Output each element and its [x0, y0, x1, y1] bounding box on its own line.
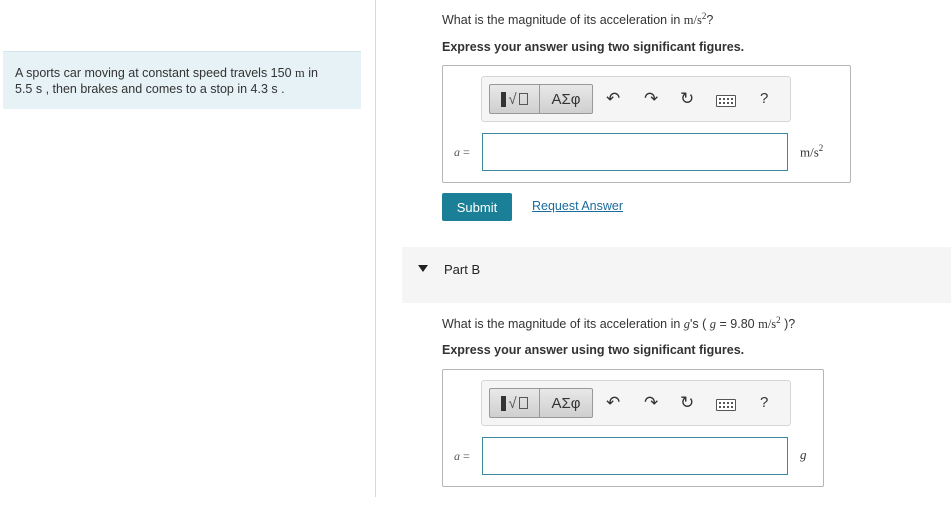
- part-b-header[interactable]: Part B: [402, 247, 951, 303]
- reset-icon[interactable]: ↻: [680, 393, 694, 413]
- keyboard-icon[interactable]: [716, 95, 736, 107]
- undo-icon[interactable]: ↶: [606, 89, 620, 109]
- redo-icon[interactable]: ↷: [644, 89, 658, 109]
- part-a-instruction: Express your answer using two significan…: [442, 40, 745, 54]
- part-b-question: What is the magnitude of its acceleratio…: [442, 315, 796, 332]
- part-b-title: Part B: [444, 262, 481, 277]
- part-a-variable-label: a =: [454, 145, 470, 159]
- keyboard-icon[interactable]: [716, 399, 736, 411]
- problem-statement: A sports car moving at constant speed tr…: [3, 51, 361, 109]
- part-a-toolbar-button-group: √ ΑΣφ: [489, 84, 593, 114]
- request-answer-link[interactable]: Request Answer: [532, 199, 623, 213]
- part-b-variable-label: a =: [454, 449, 470, 463]
- template-block-icon: [501, 395, 507, 411]
- template-block-icon: [501, 91, 507, 107]
- part-a-math-toolbar: √ ΑΣφ ↶ ↷ ↻ ?: [481, 76, 791, 122]
- part-a-unit: m/s2: [800, 143, 824, 160]
- templates-button[interactable]: √: [490, 389, 540, 417]
- help-icon[interactable]: ?: [760, 393, 768, 413]
- radical-icon: √: [508, 90, 517, 108]
- part-a-answer-box: √ ΑΣφ ↶ ↷ ↻ ? a = m/s2: [442, 65, 851, 183]
- part-b-unit: g: [800, 447, 807, 462]
- radical-icon: √: [508, 394, 517, 412]
- problem-line-2: 5.5 s , then brakes and comes to a stop …: [15, 82, 285, 96]
- submit-button[interactable]: Submit: [442, 193, 512, 221]
- problem-line-1: A sports car moving at constant speed tr…: [15, 66, 318, 80]
- template-box-icon: [518, 397, 528, 409]
- help-icon[interactable]: ?: [760, 89, 768, 109]
- part-b-toolbar-button-group: √ ΑΣφ: [489, 388, 593, 418]
- part-a-answer-input[interactable]: [482, 133, 788, 171]
- template-box-icon: [518, 93, 528, 105]
- templates-button[interactable]: √: [490, 85, 540, 113]
- undo-icon[interactable]: ↶: [606, 393, 620, 413]
- column-divider: [375, 0, 376, 497]
- part-b-math-toolbar: √ ΑΣφ ↶ ↷ ↻ ?: [481, 380, 791, 426]
- unit-meters: m: [295, 66, 305, 80]
- greek-symbols-button[interactable]: ΑΣφ: [540, 85, 592, 113]
- part-b-answer-box: √ ΑΣφ ↶ ↷ ↻ ? a = g: [442, 369, 824, 487]
- part-b-answer-input[interactable]: [482, 437, 788, 475]
- part-b-instruction: Express your answer using two significan…: [442, 343, 745, 357]
- part-a-question: What is the magnitude of its acceleratio…: [442, 11, 714, 28]
- redo-icon[interactable]: ↷: [644, 393, 658, 413]
- greek-symbols-button[interactable]: ΑΣφ: [540, 389, 592, 417]
- collapse-arrow-icon[interactable]: [418, 265, 428, 272]
- reset-icon[interactable]: ↻: [680, 89, 694, 109]
